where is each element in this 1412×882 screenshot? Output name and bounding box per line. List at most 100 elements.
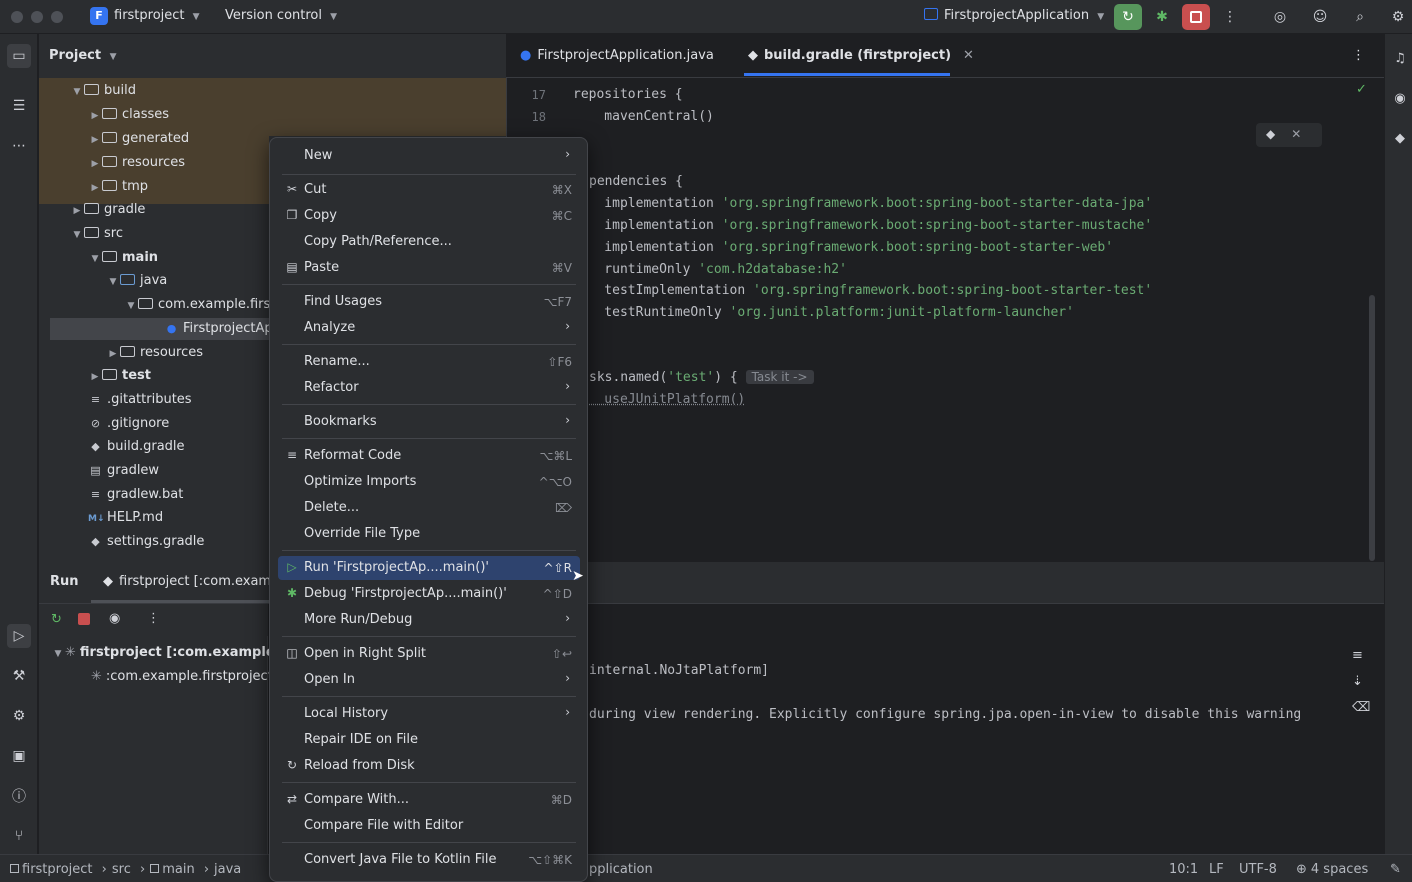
- rerun-button[interactable]: ↻: [1114, 4, 1142, 30]
- tree-item-build[interactable]: ▼ build: [70, 80, 136, 102]
- menu-item-open-right-split[interactable]: ◫ Open in Right Split ⇧↩: [278, 642, 580, 666]
- tree-item-gitattributes[interactable]: ≡ .gitattributes: [88, 389, 192, 411]
- tree-item-test[interactable]: ▶ test: [88, 365, 151, 387]
- ai-assistant-button[interactable]: ◎: [1266, 4, 1294, 30]
- soft-wrap-icon[interactable]: ≡: [1352, 648, 1363, 663]
- gradle-sync-popup[interactable]: ◆ ✕: [1256, 123, 1322, 147]
- menu-item-run-main[interactable]: ▷ Run 'FirstprojectAp....main()' ^⇧R: [278, 556, 580, 580]
- tab-build-gradle[interactable]: ◆ build.gradle (firstproject) ✕: [748, 48, 974, 63]
- menu-item-local-history[interactable]: Local History ›: [278, 702, 580, 726]
- breadcrumb-item[interactable]: src: [112, 862, 131, 877]
- tree-item-tmp[interactable]: ▶ tmp: [88, 176, 148, 198]
- tree-item-gradle[interactable]: ▶ gradle: [70, 199, 146, 221]
- caret-position[interactable]: 10:1: [1169, 862, 1198, 877]
- project-switcher[interactable]: Ffirstproject ▼: [90, 7, 200, 25]
- breadcrumb-item[interactable]: main: [162, 862, 194, 877]
- minimize-window-button[interactable]: [31, 11, 43, 23]
- menu-item-convert-to-kotlin[interactable]: Convert Java File to Kotlin File ⌥⇧⌘K: [278, 848, 580, 872]
- stop-button[interactable]: [1182, 4, 1210, 30]
- menu-item-find-usages[interactable]: Find Usages ⌥F7: [278, 290, 580, 314]
- ai-chat-button[interactable]: ◉: [1390, 88, 1410, 108]
- kebab-icon[interactable]: ⋮: [147, 611, 160, 626]
- close-tab-icon[interactable]: ✕: [963, 48, 974, 63]
- menu-item-open-in[interactable]: Open In ›: [278, 668, 580, 692]
- tree-item-resources[interactable]: ▶ resources: [88, 152, 185, 174]
- tree-item-java[interactable]: ▼ java: [106, 270, 168, 292]
- problems-tool-button[interactable]: ⓘ: [7, 784, 31, 808]
- menu-item-delete[interactable]: Delete... ⌦: [278, 496, 580, 520]
- run-config-selector[interactable]: FirstprojectApplication ▼: [924, 8, 1104, 23]
- stop-icon[interactable]: [78, 613, 90, 625]
- tree-item-package[interactable]: ▼ com.example.firs: [124, 294, 271, 316]
- breadcrumb-tail[interactable]: pplication: [589, 862, 653, 877]
- run-tool-button[interactable]: ▷: [7, 624, 31, 648]
- file-encoding[interactable]: UTF-8: [1239, 862, 1277, 877]
- menu-item-repair-ide[interactable]: Repair IDE on File: [278, 728, 580, 752]
- settings-button[interactable]: ⚙: [1384, 4, 1412, 30]
- line-separator[interactable]: LF: [1209, 862, 1224, 877]
- menu-item-new[interactable]: New ›: [278, 144, 580, 168]
- services-tool-button[interactable]: ⚙: [7, 704, 31, 728]
- tree-item-classes[interactable]: ▶ classes: [88, 104, 170, 126]
- maximize-window-button[interactable]: [51, 11, 63, 23]
- run-config-tab[interactable]: ◆ firstproject [:com.examp: [103, 574, 279, 589]
- menu-item-debug-main[interactable]: ✱ Debug 'FirstprojectAp....main()' ^⇧D: [278, 582, 580, 606]
- project-tool-button[interactable]: ▭: [7, 44, 31, 68]
- gradle-button[interactable]: ◆: [1390, 128, 1410, 148]
- rerun-icon[interactable]: ↻: [51, 612, 62, 627]
- code-with-me-button[interactable]: ☺: [1306, 4, 1334, 30]
- eye-icon[interactable]: ◉: [109, 611, 120, 626]
- menu-item-reload-from-disk[interactable]: ↻ Reload from Disk: [278, 754, 580, 778]
- tab-firstproject-application[interactable]: ● FirstprojectApplication.java: [520, 48, 714, 63]
- more-tools-button[interactable]: ⋯: [7, 134, 31, 158]
- tree-item-settings-gradle[interactable]: ◆ settings.gradle: [88, 531, 204, 553]
- close-icon[interactable]: ✕: [1291, 127, 1301, 141]
- menu-item-label: Override File Type: [304, 526, 421, 541]
- git-tool-button[interactable]: ⑂: [7, 824, 31, 848]
- structure-tool-button[interactable]: ☰: [7, 94, 31, 118]
- menu-item-rename[interactable]: Rename... ⇧F6: [278, 350, 580, 374]
- run-tree-child[interactable]: ✳:com.example.firstproject.: [91, 666, 277, 688]
- trash-icon[interactable]: ⌫: [1352, 700, 1370, 715]
- menu-item-paste[interactable]: ▤ Paste ⌘V: [278, 256, 580, 280]
- editor-scrollbar[interactable]: [1369, 295, 1375, 561]
- menu-item-override-file-type[interactable]: Override File Type: [278, 522, 580, 546]
- menu-item-analyze[interactable]: Analyze ›: [278, 316, 580, 340]
- search-everywhere-button[interactable]: ⌕: [1346, 4, 1374, 30]
- menu-item-copy-path[interactable]: Copy Path/Reference...: [278, 230, 580, 254]
- menu-item-reformat-code[interactable]: ≡ Reformat Code ⌥⌘L: [278, 444, 580, 468]
- debug-button[interactable]: ✱: [1148, 4, 1176, 30]
- menu-item-bookmarks[interactable]: Bookmarks ›: [278, 410, 580, 434]
- menu-item-cut[interactable]: ✂ Cut ⌘X: [278, 178, 580, 202]
- close-window-button[interactable]: [11, 11, 23, 23]
- scroll-to-end-icon[interactable]: ⇣: [1352, 674, 1363, 689]
- tree-item-gitignore[interactable]: ⊘ .gitignore: [88, 413, 169, 435]
- tree-item-build-gradle[interactable]: ◆ build.gradle: [88, 436, 184, 458]
- version-control-menu[interactable]: Version control ▼: [225, 8, 337, 23]
- editor-more-button[interactable]: ⋮: [1352, 48, 1365, 63]
- terminal-tool-button[interactable]: ▣: [7, 744, 31, 768]
- tree-item-main-class[interactable]: ● FirstprojectAp: [164, 318, 273, 340]
- read-only-toggle-icon[interactable]: ✎: [1390, 862, 1401, 877]
- tree-item-generated[interactable]: ▶ generated: [88, 128, 190, 150]
- menu-item-optimize-imports[interactable]: Optimize Imports ^⌥O: [278, 470, 580, 494]
- menu-item-copy[interactable]: ❐ Copy ⌘C: [278, 204, 580, 228]
- indent-setting[interactable]: ⊕ 4 spaces: [1296, 862, 1368, 877]
- menu-item-compare-with[interactable]: ⇄ Compare With... ⌘D: [278, 788, 580, 812]
- tree-item-gradlew-bat[interactable]: ≡ gradlew.bat: [88, 484, 183, 506]
- build-tool-button[interactable]: ⚒: [7, 664, 31, 688]
- tree-item-resources-main[interactable]: ▶ resources: [106, 342, 203, 364]
- menu-item-more-run-debug[interactable]: More Run/Debug ›: [278, 608, 580, 632]
- menu-item-compare-with-editor[interactable]: Compare File with Editor: [278, 814, 580, 838]
- more-actions-button[interactable]: ⋮: [1216, 4, 1244, 30]
- tree-item-gradlew[interactable]: ▤ gradlew: [88, 460, 159, 482]
- menu-item-refactor[interactable]: Refactor ›: [278, 376, 580, 400]
- tree-item-help-md[interactable]: M↓ HELP.md: [88, 507, 163, 529]
- breadcrumb-item[interactable]: firstproject: [22, 862, 93, 877]
- notifications-button[interactable]: ♫: [1390, 48, 1410, 68]
- breadcrumb-item[interactable]: java: [214, 862, 241, 877]
- project-panel-header[interactable]: Project ▼: [49, 48, 117, 63]
- tree-item-main[interactable]: ▼ main: [88, 247, 159, 269]
- run-tree-root[interactable]: ▼ ✳ firstproject [:com.example.fi: [51, 642, 290, 664]
- tree-item-src[interactable]: ▼ src: [70, 223, 123, 245]
